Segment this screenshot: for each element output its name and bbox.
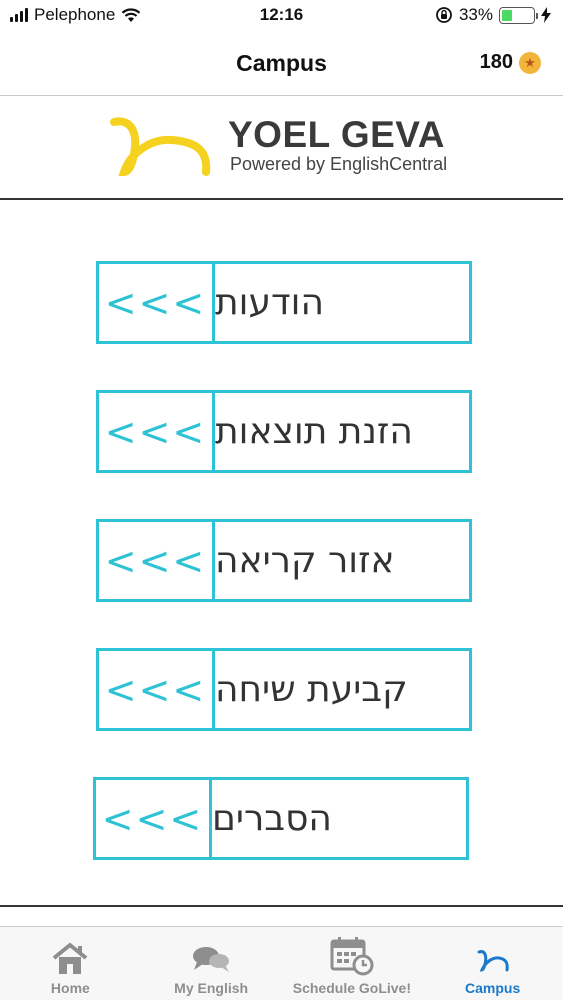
content-divider: [0, 905, 563, 907]
menu-item-label: הזנת תוצאות: [215, 411, 413, 452]
tab-my-english[interactable]: My English: [141, 927, 282, 1000]
brand-logo: YOEL GEVA Powered by EnglishCentral: [0, 96, 563, 200]
menu-item-schedule-call[interactable]: <<< קביעת שיחה: [96, 648, 472, 731]
menu-item-explanations[interactable]: <<< הסברים: [93, 777, 469, 860]
charging-bolt-icon: [541, 7, 551, 23]
menu-item-label: הודעות: [215, 282, 324, 323]
battery-percent: 33%: [458, 5, 493, 24]
tab-home[interactable]: Home: [0, 927, 141, 1000]
menu-item-label: קביעת שיחה: [215, 669, 408, 710]
tab-label: My English: [174, 980, 249, 996]
coin-icon: ★: [519, 51, 541, 74]
logo-subtitle: Powered by EnglishCentral: [230, 154, 448, 174]
arrow-left-icon: <<<: [99, 264, 215, 341]
menu-item-messages[interactable]: <<< הודעות: [96, 261, 472, 344]
arrow-left-icon: <<<: [99, 393, 215, 470]
tab-schedule-golive[interactable]: Schedule GoLive!: [282, 927, 423, 1000]
tab-label: Home: [50, 980, 90, 996]
menu-item-enter-results[interactable]: <<< הזנת תוצאות: [96, 390, 472, 473]
status-left: Pelephone: [10, 5, 141, 25]
chat-bubbles-icon: [193, 947, 230, 972]
home-icon: [53, 943, 88, 974]
campus-logo-icon: [477, 950, 509, 972]
wifi-icon: [122, 7, 141, 22]
arrow-left-icon: <<<: [99, 522, 215, 599]
menu-item-label: אזור קריאה: [215, 540, 395, 581]
tab-label: Schedule GoLive!: [292, 980, 411, 996]
coin-count: 180: [479, 51, 513, 73]
menu-item-label: הסברים: [212, 798, 332, 839]
status-right: 33%: [435, 5, 551, 25]
menu-item-reading-area[interactable]: <<< אזור קריאה: [96, 519, 472, 602]
tab-label: Campus: [465, 980, 521, 996]
tab-campus[interactable]: Campus: [422, 927, 563, 1000]
navigation-bar: Campus 180 ★: [0, 32, 563, 96]
signal-strength-icon: [10, 8, 28, 22]
coin-balance[interactable]: 180 ★: [480, 51, 541, 74]
status-bar: Pelephone 12:16 33%: [0, 0, 563, 32]
orientation-lock-icon: [436, 7, 452, 23]
arrow-left-icon: <<<: [96, 780, 212, 857]
arrow-left-icon: <<<: [99, 651, 215, 728]
yoel-geva-swoosh-icon: [110, 117, 211, 176]
carrier-name: Pelephone: [34, 5, 116, 24]
battery-icon: [499, 6, 538, 24]
tab-bar: Home My English Schedule GoLive! Campus: [0, 926, 563, 1000]
logo-title: YOEL GEVA: [228, 114, 445, 155]
calendar-clock-icon: [330, 937, 374, 976]
page-title: Campus: [236, 50, 327, 76]
